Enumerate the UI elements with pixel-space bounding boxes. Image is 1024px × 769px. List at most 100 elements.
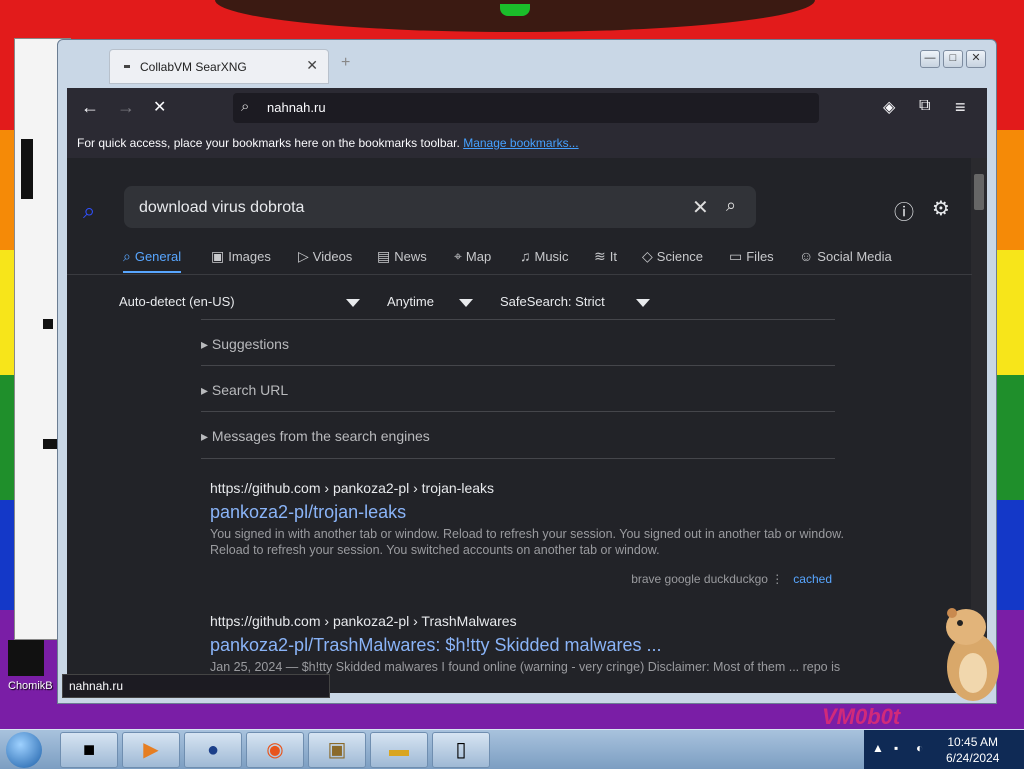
result-title-link[interactable]: pankoza2-pl/trojan-leaks — [210, 502, 850, 523]
globe-icon: ● — [206, 739, 220, 761]
result-description: You signed in with another tab or window… — [210, 527, 844, 557]
back-button[interactable]: ← — [81, 97, 99, 118]
hamster-icon — [946, 608, 999, 701]
time-range-select[interactable]: Anytime — [387, 294, 434, 309]
background-window-block — [43, 439, 57, 449]
tab-files[interactable]: ▭ Files — [729, 248, 774, 265]
url-bar[interactable]: ⌕ nahnah.ru — [233, 93, 819, 123]
tab-images[interactable]: ▣ Images — [211, 248, 271, 265]
link-status-bar: nahnah.ru — [62, 674, 330, 698]
bookmarks-hint: For quick access, place your bookmarks h… — [77, 136, 579, 150]
tab-videos[interactable]: ▷ Videos — [298, 248, 352, 265]
close-button[interactable]: ✕ — [966, 50, 986, 68]
tab-science[interactable]: ◇ Science — [642, 248, 703, 265]
maximize-button[interactable]: □ — [943, 50, 963, 68]
search-url-section[interactable]: ▸ Search URL — [201, 365, 835, 412]
desktop-banner — [215, 0, 815, 32]
tab-label: Videos — [312, 249, 353, 264]
tab-it[interactable]: ≋ It — [594, 248, 617, 265]
tab-social-media[interactable]: ☺ Social Media — [799, 248, 892, 264]
chevron-down-icon[interactable] — [346, 299, 360, 307]
taskbar-app-globe[interactable]: ● — [184, 732, 242, 768]
search-box[interactable]: download virus dobrota ✕ ⌕ — [124, 186, 756, 228]
taskbar-app-media-player[interactable]: ▶ — [122, 732, 180, 768]
title-bar[interactable]: CollabVM SearXNG ✕ + — □ ✕ — [58, 40, 996, 88]
menu-icon[interactable]: ≡ — [955, 97, 966, 118]
tab-label: News — [394, 249, 427, 264]
suggestions-label: ▸ Suggestions — [201, 336, 289, 352]
bookmarks-toolbar: For quick access, place your bookmarks h… — [67, 128, 987, 158]
manage-bookmarks-link[interactable]: Manage bookmarks... — [463, 136, 578, 150]
taskbar-app-device[interactable]: ▯ — [432, 732, 490, 768]
map-icon: ⌖ — [454, 248, 462, 264]
videos-icon: ▷ — [298, 248, 309, 264]
search-submit-icon[interactable]: ⌕ — [726, 195, 736, 216]
files-icon: ▭ — [729, 248, 743, 264]
tab-close-icon[interactable]: ✕ — [306, 57, 318, 74]
engine-messages-section[interactable]: ▸ Messages from the search engines — [201, 411, 835, 459]
search-url-label: ▸ Search URL — [201, 382, 289, 398]
media-player-icon: ▶ — [143, 739, 159, 761]
taskbar-app-hamster-box[interactable]: ▣ — [308, 732, 366, 768]
pocket-icon[interactable]: ◈ — [883, 97, 895, 117]
taskbar-app-firefox[interactable]: ◉ — [246, 732, 304, 768]
stop-button[interactable]: ✕ — [153, 97, 166, 117]
engine-messages-label: ▸ Messages from the search engines — [201, 428, 430, 444]
tab-music[interactable]: ♫ Music — [520, 248, 568, 264]
tab-label: Science — [656, 249, 704, 264]
search-icon: ⌕ — [241, 98, 250, 115]
music-icon: ♫ — [520, 248, 531, 264]
clock-date: 6/24/2024 — [946, 751, 1000, 765]
tab-label: Social Media — [817, 249, 892, 264]
scrollbar-thumb[interactable] — [974, 174, 984, 210]
tab-general[interactable]: ⌕ General — [123, 248, 182, 273]
taskbar-app-black-box[interactable]: ■ — [60, 732, 118, 768]
tab-label: It — [609, 249, 617, 264]
cached-link[interactable]: cached — [793, 572, 832, 586]
desktop-icon-label: ChomikB — [8, 680, 53, 692]
status-url: nahnah.ru — [69, 679, 124, 693]
banner-green-icon — [500, 4, 530, 16]
minimize-button[interactable]: — — [920, 50, 940, 68]
tab-favicon-icon — [124, 65, 130, 68]
tab-map[interactable]: ⌖ Map — [454, 248, 491, 265]
result-title-link[interactable]: pankoza2-pl/TrashMalwares: $h!tty Skidde… — [210, 635, 850, 656]
extensions-icon[interactable]: ⧉ — [919, 97, 930, 115]
taskbar-app-explorer[interactable]: ▬ — [370, 732, 428, 768]
clock[interactable]: 10:45 AM 6/24/2024 — [946, 734, 999, 766]
result-engines: brave google duckduckgo ⋮ cached — [631, 572, 832, 586]
volume-icon[interactable]: ◐ — [916, 741, 923, 755]
tab-collabvm-searxng[interactable]: CollabVM SearXNG ✕ — [109, 49, 329, 84]
tab-label: General — [134, 249, 182, 264]
new-tab-button[interactable]: + — [341, 54, 350, 72]
social-media-icon: ☺ — [799, 248, 814, 264]
tray-expand-icon[interactable]: ▲ — [872, 741, 884, 755]
browser-window[interactable]: CollabVM SearXNG ✕ + — □ ✕ ← → ✕ ⌕ nahnah.… — [57, 39, 997, 704]
tab-label: Files — [746, 249, 774, 264]
result-url[interactable]: https://github.com › pankoza2-pl › Trash… — [210, 613, 850, 629]
safesearch-select[interactable]: SafeSearch: Strict — [500, 294, 605, 309]
result-url[interactable]: https://github.com › pankoza2-pl › troja… — [210, 480, 850, 496]
clear-search-icon[interactable]: ✕ — [692, 195, 709, 220]
forward-button[interactable]: → — [117, 97, 135, 118]
start-button[interactable] — [6, 732, 42, 768]
searxng-logo-icon[interactable]: ⌕ — [83, 198, 95, 224]
tab-label: Map — [465, 249, 492, 264]
chevron-down-icon[interactable] — [459, 299, 473, 307]
url-text[interactable]: nahnah.ru — [267, 100, 326, 115]
background-window-block — [21, 139, 33, 199]
search-input[interactable]: download virus dobrota — [139, 199, 304, 217]
news-icon: ▤ — [377, 248, 391, 264]
window-controls: — □ ✕ — [917, 48, 986, 68]
info-icon[interactable]: ⓘ — [894, 196, 914, 225]
network-icon[interactable]: ▪ — [894, 741, 898, 755]
language-select[interactable]: Auto-detect (en-US) — [119, 294, 235, 309]
clock-time: 10:45 AM — [947, 735, 999, 749]
suggestions-section[interactable]: ▸ Suggestions — [201, 319, 835, 366]
desktop-icon-chomik[interactable]: ChomikB — [8, 640, 64, 692]
hamster-box-icon: ▣ — [327, 739, 347, 761]
tab-news[interactable]: ▤ News — [377, 248, 427, 265]
images-icon: ▣ — [211, 248, 225, 264]
settings-gear-icon[interactable]: ⚙ — [932, 196, 950, 221]
chevron-down-icon[interactable] — [636, 299, 650, 307]
